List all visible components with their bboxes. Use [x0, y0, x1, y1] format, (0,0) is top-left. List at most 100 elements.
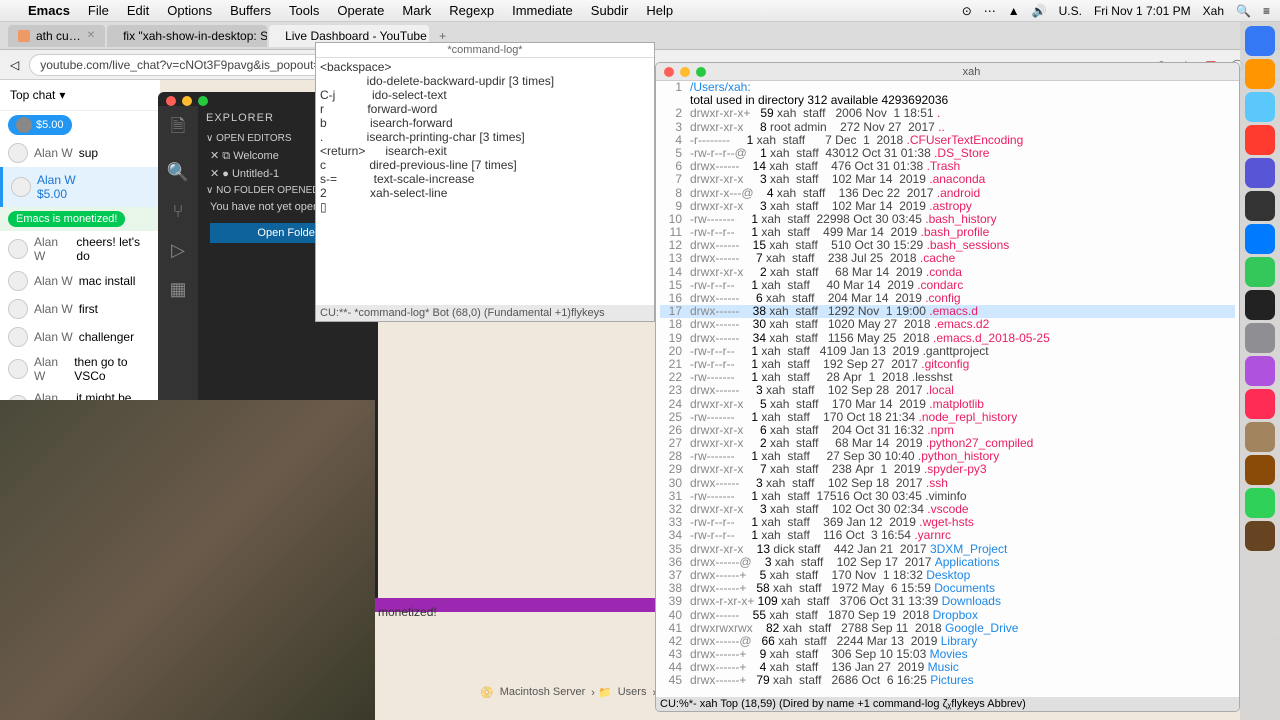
menu-mark[interactable]: Mark	[402, 3, 431, 18]
close-icon[interactable]	[166, 96, 176, 106]
dired-row[interactable]: 36drwx------@ 3 xah staff 102 Sep 17 201…	[660, 556, 1235, 569]
dired-row[interactable]: 29drwxr-xr-x 7 xah staff 238 Apr 1 2019 …	[660, 463, 1235, 476]
status-user[interactable]: Xah	[1203, 4, 1224, 18]
dock-app-icon[interactable]	[1245, 125, 1275, 155]
dired-row[interactable]: 20-rw-r--r-- 1 xah staff 4109 Jan 13 201…	[660, 345, 1235, 358]
dired-buffer[interactable]: 1/Users/xah: total used in directory 312…	[656, 81, 1239, 688]
dock-app-icon[interactable]	[1245, 158, 1275, 188]
browser-tab[interactable]: ath cu…✕	[8, 25, 105, 47]
dock-app-icon[interactable]	[1245, 224, 1275, 254]
dired-row[interactable]: 4-r-------- 1 xah staff 7 Dec 1 2018 .CF…	[660, 134, 1235, 147]
dired-row[interactable]: 14drwxr-xr-x 2 xah staff 68 Mar 14 2019 …	[660, 266, 1235, 279]
chat-message: Alan W then go to VSCo	[0, 351, 160, 387]
cmdlog-body[interactable]: <backspace> ido-delete-backward-updir [3…	[316, 58, 654, 216]
new-tab-button[interactable]: +	[431, 29, 454, 43]
dock-app-icon[interactable]	[1245, 26, 1275, 56]
search-icon[interactable]: 🔍	[167, 162, 189, 183]
menu-regexp[interactable]: Regexp	[449, 3, 494, 18]
status-menu-icon[interactable]: ≡	[1263, 4, 1270, 18]
status-flag[interactable]: U.S.	[1059, 4, 1082, 18]
dired-row[interactable]: 19drwx------ 34 xah staff 1156 May 25 20…	[660, 332, 1235, 345]
dock-app-icon[interactable]	[1245, 389, 1275, 419]
chat-message: Alan W mac install	[0, 267, 160, 295]
dired-row[interactable]: 7drwxr-xr-x 3 xah staff 102 Mar 14 2019 …	[660, 173, 1235, 186]
status-bt-icon[interactable]: ⋯	[984, 4, 996, 18]
dock-app-icon[interactable]	[1245, 191, 1275, 221]
chat-message: Alan W cheers! let's do	[0, 231, 160, 267]
dired-row[interactable]: 35drwxr-xr-x 13 dick staff 442 Jan 21 20…	[660, 543, 1235, 556]
super-chat[interactable]: Alan W$5.00	[0, 167, 160, 207]
chat-message: Alan W first	[0, 295, 160, 323]
cmdlog-modeline: CU:**- *command-log* Bot (68,0) (Fundame…	[316, 305, 654, 321]
chat-message: Alan W challenger	[0, 323, 160, 351]
youtube-chat: Top chat ▾ $5.00 Alan W sup Alan W$5.00 …	[0, 80, 160, 400]
emacs-command-log: *command-log* <backspace> ido-delete-bac…	[315, 42, 655, 322]
dired-row[interactable]: 8drwxr-x---@ 4 xah staff 136 Dec 22 2017…	[660, 187, 1235, 200]
term-title: xah	[712, 66, 1231, 78]
mac-dock	[1240, 22, 1280, 720]
menu-operate[interactable]: Operate	[337, 3, 384, 18]
dock-app-icon[interactable]	[1245, 257, 1275, 287]
menu-edit[interactable]: Edit	[127, 3, 149, 18]
dired-row[interactable]: 34-rw-r--r-- 1 xah staff 116 Oct 3 16:54…	[660, 529, 1235, 542]
emacs-dired: xah 1/Users/xah: total used in directory…	[655, 62, 1240, 712]
dired-row[interactable]: 39drwx-r-xr-x+ 109 xah staff 3706 Oct 31…	[660, 595, 1235, 608]
chat-message: Alan W it might be fast!	[0, 387, 160, 400]
menu-file[interactable]: File	[88, 3, 109, 18]
dock-app-icon[interactable]	[1245, 455, 1275, 485]
status-time[interactable]: Fri Nov 1 7:01 PM	[1094, 4, 1191, 18]
files-icon[interactable]: 🗎	[171, 114, 185, 144]
dired-modeline: CU:%*- xah Top (18,59) (Dired by name +1…	[656, 697, 1239, 711]
close-icon[interactable]	[664, 67, 674, 77]
menu-options[interactable]: Options	[167, 3, 212, 18]
dired-row[interactable]: 9drwxr-xr-x 3 xah staff 102 Mar 14 2019 …	[660, 200, 1235, 213]
git-icon[interactable]: ⑂	[173, 201, 184, 222]
status-search-icon[interactable]: 🔍	[1236, 4, 1251, 18]
monetized-chip: Emacs is monetized!	[8, 211, 125, 227]
min-icon[interactable]	[182, 96, 192, 106]
ext-icon[interactable]: ▦	[169, 279, 186, 300]
dired-row[interactable]: 30drwx------ 3 xah staff 102 Sep 18 2017…	[660, 477, 1235, 490]
dock-app-icon[interactable]	[1245, 422, 1275, 452]
webcam-feed	[0, 400, 375, 720]
status-vol-icon[interactable]: 🔊	[1032, 4, 1047, 18]
chevron-down-icon[interactable]: ▾	[59, 88, 65, 102]
dired-row[interactable]: 45drwx------+ 79 xah staff 2686 Oct 6 16…	[660, 674, 1235, 687]
dired-row[interactable]: 18drwx------ 30 xah staff 1020 May 27 20…	[660, 318, 1235, 331]
dired-row[interactable]: 23drwx------ 3 xah staff 102 Sep 28 2017…	[660, 384, 1235, 397]
chat-header[interactable]: Top chat	[10, 88, 55, 102]
browser-tab[interactable]: fix "xah-show-in-desktop: She…✕	[107, 25, 267, 47]
cmdlog-title: *command-log*	[316, 43, 654, 58]
menu-help[interactable]: Help	[646, 3, 673, 18]
max-icon[interactable]	[696, 67, 706, 77]
mac-menubar: Emacs File Edit Options Buffers Tools Op…	[0, 0, 1280, 22]
dired-row[interactable]: 41drwxrwxrwx 82 xah staff 2788 Sep 11 20…	[660, 622, 1235, 635]
super-chat-chip[interactable]: $5.00	[8, 115, 72, 135]
menu-app[interactable]: Emacs	[28, 3, 70, 18]
dock-app-icon[interactable]	[1245, 290, 1275, 320]
dired-row[interactable]: 24drwxr-xr-x 5 xah staff 170 Mar 14 2019…	[660, 398, 1235, 411]
menu-tools[interactable]: Tools	[289, 3, 319, 18]
monetized-text: monetized!	[378, 605, 437, 619]
back-icon[interactable]: ◁	[10, 58, 19, 72]
menu-buffers[interactable]: Buffers	[230, 3, 271, 18]
dock-app-icon[interactable]	[1245, 488, 1275, 518]
dired-row[interactable]: 2drwxr-xr-x+ 59 xah staff 2006 Nov 1 18:…	[660, 107, 1235, 120]
menu-subdir[interactable]: Subdir	[591, 3, 629, 18]
dired-row[interactable]: 13drwx------ 7 xah staff 238 Jul 25 2018…	[660, 252, 1235, 265]
status-wifi-icon[interactable]: ⊙	[962, 4, 972, 18]
avatar	[8, 143, 28, 163]
max-icon[interactable]	[198, 96, 208, 106]
dock-app-icon[interactable]	[1245, 521, 1275, 551]
menu-immediate[interactable]: Immediate	[512, 3, 573, 18]
dired-row[interactable]: 25-rw------- 1 xah staff 170 Oct 18 21:3…	[660, 411, 1235, 424]
min-icon[interactable]	[680, 67, 690, 77]
dock-app-icon[interactable]	[1245, 323, 1275, 353]
dired-row[interactable]: 3drwxr-xr-x 8 root admin 272 Nov 27 2017…	[660, 121, 1235, 134]
dired-row[interactable]: 40drwx------ 55 xah staff 1870 Sep 19 20…	[660, 609, 1235, 622]
status-battery-icon[interactable]: ▲	[1008, 4, 1020, 18]
dock-app-icon[interactable]	[1245, 356, 1275, 386]
dock-app-icon[interactable]	[1245, 59, 1275, 89]
dock-app-icon[interactable]	[1245, 92, 1275, 122]
debug-icon[interactable]: ▷	[171, 240, 185, 261]
